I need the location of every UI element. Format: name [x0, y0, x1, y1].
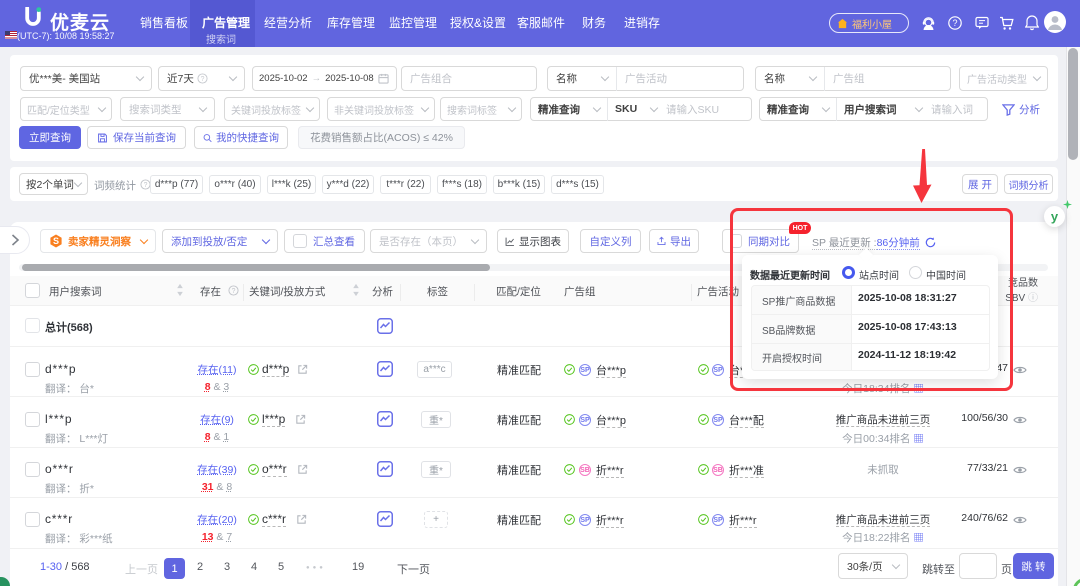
svg-text:?: ?: [144, 182, 148, 189]
svg-text:S: S: [53, 236, 59, 246]
svg-text:?: ?: [200, 76, 204, 83]
svg-text:?: ?: [952, 18, 957, 28]
svg-text:?: ?: [232, 288, 236, 295]
